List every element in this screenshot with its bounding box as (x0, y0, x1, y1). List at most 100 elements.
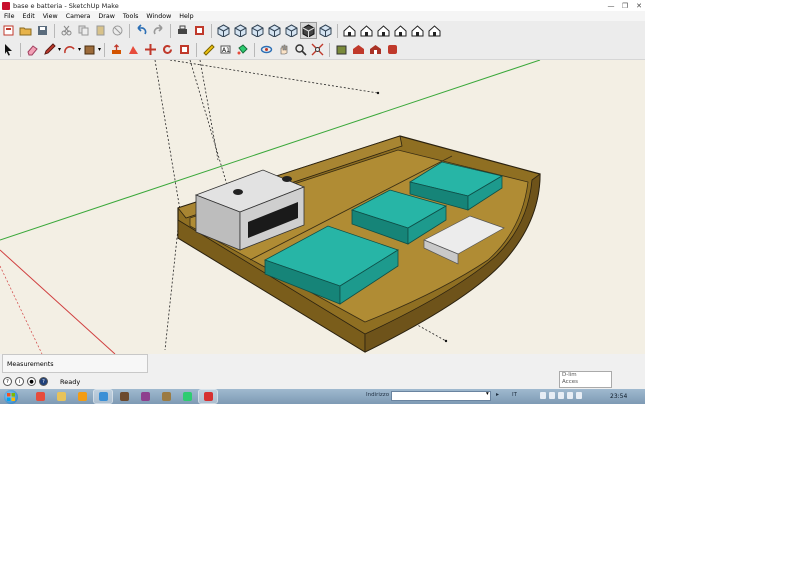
menu-draw[interactable]: Draw (94, 13, 118, 20)
taskbar-media-player[interactable] (73, 390, 91, 403)
menu-edit[interactable]: Edit (19, 13, 39, 20)
window-title: base e batteria - SketchUp Make (13, 1, 119, 10)
address-input[interactable] (391, 391, 491, 401)
menu-camera[interactable]: Camera (62, 13, 95, 20)
print-icon[interactable] (175, 23, 190, 38)
tools-toolbar: ▾ ▾ ▾ A1 (0, 40, 645, 60)
get-models-icon[interactable] (368, 42, 383, 57)
menu-help[interactable]: Help (175, 13, 197, 20)
taskbar-explorer[interactable] (52, 390, 70, 403)
tray-icon-5[interactable] (576, 392, 582, 399)
taskbar-winrar[interactable] (136, 390, 154, 403)
new-file-icon[interactable] (1, 23, 16, 38)
credits-icon[interactable]: i (15, 377, 24, 386)
measurements-box[interactable]: Measurements (2, 354, 148, 373)
rotate-tool-icon[interactable] (160, 42, 175, 57)
network-icon[interactable] (558, 392, 564, 399)
back-view-icon[interactable] (410, 23, 425, 38)
taskbar-chrome[interactable] (31, 390, 49, 403)
address-dropdown-icon[interactable]: ▾ (486, 391, 489, 397)
tray-icon-1[interactable] (540, 392, 546, 399)
erase-icon[interactable] (110, 23, 125, 38)
volume-icon[interactable] (567, 392, 573, 399)
start-button[interactable] (4, 389, 18, 404)
model-info-icon[interactable] (192, 23, 207, 38)
guide-point-top (376, 91, 380, 95)
orbit-tool-icon[interactable] (259, 42, 274, 57)
tape-measure-tool-icon[interactable] (201, 42, 216, 57)
tooltip-line-2: Acces (562, 379, 578, 385)
taskbar-app-8[interactable] (178, 390, 196, 403)
xray-style-icon[interactable] (216, 23, 231, 38)
cut-icon[interactable] (59, 23, 74, 38)
model-viewport[interactable] (0, 60, 645, 354)
taskbar-app-7[interactable] (157, 390, 175, 403)
paste-icon[interactable] (93, 23, 108, 38)
select-tool-icon[interactable] (1, 42, 16, 57)
scale-tool-icon[interactable] (177, 42, 192, 57)
user-account-icon[interactable]: ● (27, 377, 36, 386)
toolbar-separator (54, 23, 55, 38)
tool-dropdown-icon[interactable]: ▾ (58, 46, 61, 53)
front-view-icon[interactable] (376, 23, 391, 38)
save-icon[interactable] (35, 23, 50, 38)
tray-icon-2[interactable] (549, 392, 555, 399)
left-view-icon[interactable] (427, 23, 442, 38)
arc-tool-icon[interactable] (62, 42, 77, 57)
menu-view[interactable]: View (39, 13, 62, 20)
wireframe-style-icon[interactable] (250, 23, 265, 38)
share-model-icon[interactable] (351, 42, 366, 57)
toolbar-separator (20, 42, 21, 57)
taskbar-sketchup[interactable] (198, 389, 218, 404)
taskbar-app-5[interactable] (115, 390, 133, 403)
language-indicator[interactable]: IT (512, 392, 517, 398)
tool-dropdown-icon[interactable]: ▾ (78, 46, 81, 53)
shaded-textures-style-icon[interactable] (300, 22, 317, 39)
undo-icon[interactable] (134, 23, 149, 38)
paint-bucket-tool-icon[interactable] (235, 42, 250, 57)
svg-text:A1: A1 (222, 47, 230, 54)
eraser-tool-icon[interactable] (25, 42, 40, 57)
redo-icon[interactable] (151, 23, 166, 38)
follow-me-tool-icon[interactable] (126, 42, 141, 57)
taskbar-ie[interactable] (93, 389, 113, 404)
move-tool-icon[interactable] (143, 42, 158, 57)
hidden-line-style-icon[interactable] (267, 23, 282, 38)
line-tool-icon[interactable] (42, 42, 57, 57)
address-go-icon[interactable]: ▸ (496, 391, 499, 398)
toolbar-separator (329, 42, 331, 57)
taskbar-media-player-icon (77, 392, 87, 401)
address-label: Indirizzo (366, 392, 390, 398)
taskbar-explorer-icon (56, 392, 66, 401)
menu-tools[interactable]: Tools (119, 13, 143, 20)
text-tool-icon[interactable]: A1 (218, 42, 233, 57)
open-file-icon[interactable] (18, 23, 33, 38)
zoom-extents-tool-icon[interactable] (310, 42, 325, 57)
iso-view-icon[interactable] (342, 23, 357, 38)
extension-icon[interactable] (385, 42, 400, 57)
tool-dropdown-icon[interactable]: ▾ (98, 46, 101, 53)
maximize-button[interactable]: ❐ (621, 2, 629, 10)
help-icon[interactable]: ? (39, 377, 48, 386)
close-button[interactable]: ✕ (635, 2, 643, 10)
push-pull-tool-icon[interactable] (109, 42, 124, 57)
measurements-label: Measurements (7, 361, 54, 368)
clock[interactable]: 23:54 (610, 393, 627, 400)
warehouse-icon[interactable] (334, 42, 349, 57)
right-view-icon[interactable] (393, 23, 408, 38)
tooltip-box: D-lim Acces (559, 371, 612, 388)
rectangle-tool-icon[interactable] (82, 42, 97, 57)
zoom-tool-icon[interactable] (293, 42, 308, 57)
menu-window[interactable]: Window (142, 13, 175, 20)
system-tray (540, 392, 582, 399)
copy-icon[interactable] (76, 23, 91, 38)
geo-location-icon[interactable]: ? (3, 377, 12, 386)
minimize-button[interactable]: — (607, 2, 615, 10)
shaded-style-icon[interactable] (284, 23, 299, 38)
menu-file[interactable]: File (0, 13, 19, 20)
monochrome-style-icon[interactable] (318, 23, 333, 38)
top-view-icon[interactable] (359, 23, 374, 38)
pan-tool-icon[interactable] (276, 42, 291, 57)
back-edges-style-icon[interactable] (233, 23, 248, 38)
title-bar: base e batteria - SketchUp Make — ❐ ✕ (0, 0, 645, 11)
